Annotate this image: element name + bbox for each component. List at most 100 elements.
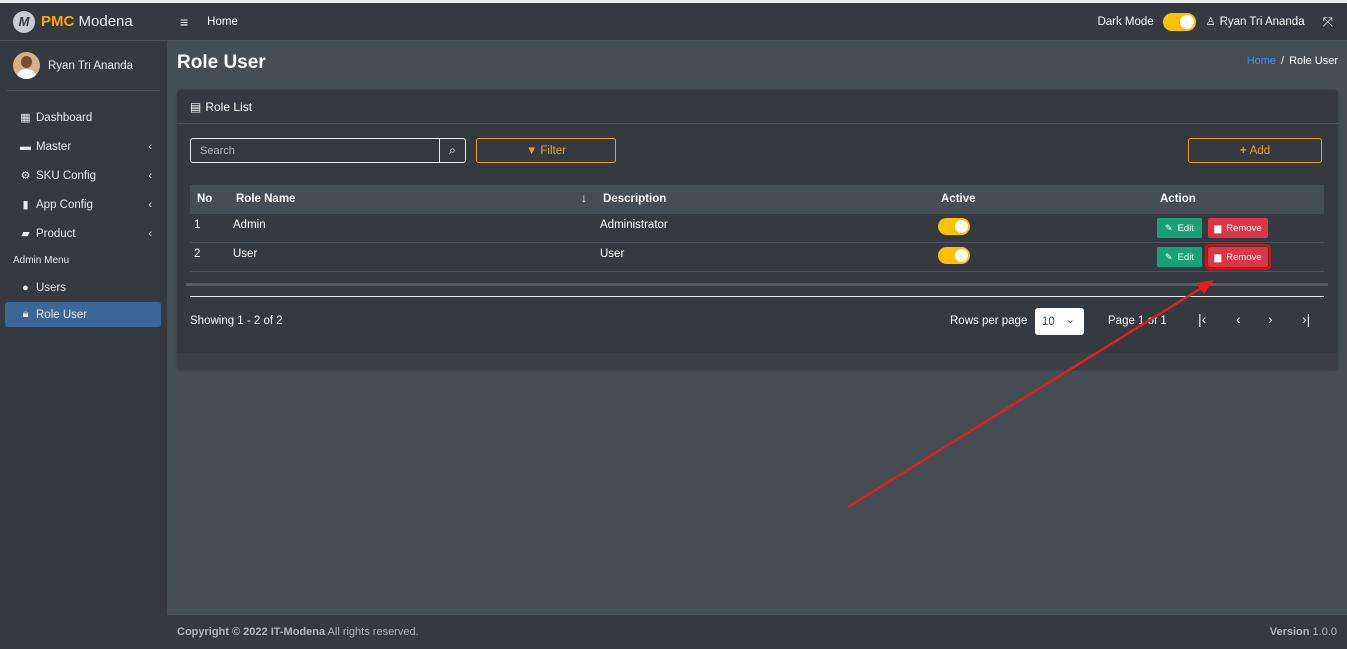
breadcrumb-separator: /: [1281, 55, 1285, 67]
remove-label: Remove: [1226, 251, 1262, 263]
sidebar-item-label: Role User: [36, 308, 88, 321]
table-header: No Role Name ↓ Description Active Action: [190, 185, 1324, 214]
row-role-name: Admin: [233, 219, 266, 231]
brand-logo: M: [13, 10, 35, 33]
col-description[interactable]: Description: [603, 193, 666, 205]
trash-icon: ▆: [1214, 251, 1222, 262]
topbar-user-name: Ryan Tri Ananda: [1219, 15, 1305, 28]
chevron-left-icon: ‹: [148, 169, 152, 182]
rows-per-page-value: 10: [1042, 315, 1055, 328]
edit-icon: ✎: [1165, 222, 1173, 233]
sort-arrow-down-icon[interactable]: ↓: [581, 191, 587, 205]
copyright-text: Copyright © 2022 IT-Modena All rights re…: [177, 626, 419, 638]
hamburger-menu-icon[interactable]: ≡: [180, 14, 188, 30]
rows-per-page-select[interactable]: 10 ⌄: [1035, 308, 1084, 335]
topbar-user-menu[interactable]: ♙ Ryan Tri Ananda: [1206, 15, 1305, 29]
mobile-icon: ▮: [22, 199, 29, 211]
topbar-right: Dark Mode ♙ Ryan Tri Ananda ⤧: [1097, 12, 1347, 31]
sidebar-item-product[interactable]: ▰ Product ‹: [0, 219, 167, 248]
sidebar-item-master[interactable]: ▬ Master ‹: [0, 132, 167, 161]
remove-button[interactable]: ▆ Remove: [1208, 218, 1268, 238]
plus-icon: +: [1239, 144, 1247, 157]
sidebar-item-app-config[interactable]: ▮ App Config ‹: [0, 190, 167, 219]
row-description: Administrator: [600, 219, 668, 231]
table-row: 1 Admin Administrator ✎ Edit ▆ Remove: [190, 214, 1324, 243]
lock-icon: 🔒︎: [22, 308, 29, 320]
filter-label: Filter: [540, 144, 566, 157]
first-page-icon[interactable]: |‹: [1198, 311, 1206, 327]
remove-label: Remove: [1226, 222, 1262, 234]
col-role-name[interactable]: Role Name: [236, 193, 295, 205]
sidebar-item-label: Dashboard: [36, 111, 93, 124]
avatar: [13, 52, 40, 79]
sidebar-item-sku-config[interactable]: ⚙ SKU Config ‹: [0, 161, 167, 190]
search-group: ⌕: [190, 138, 466, 163]
trash-icon: ▆: [1214, 222, 1222, 233]
breadcrumb-home-link[interactable]: Home: [1247, 55, 1276, 67]
breadcrumb: Home / Role User: [1247, 55, 1338, 67]
company-link[interactable]: IT-Modena: [271, 626, 325, 638]
topbar-home-link[interactable]: Home: [207, 16, 238, 28]
search-input[interactable]: [191, 139, 439, 162]
sidebar-item-label: SKU Config: [36, 169, 97, 182]
page-title: Role User: [177, 52, 266, 73]
sidebar-user-name[interactable]: Ryan Tri Ananda: [48, 60, 133, 72]
add-label: Add: [1249, 144, 1271, 157]
users-icon: ●: [22, 281, 29, 294]
edit-label: Edit: [1177, 222, 1194, 234]
sidebar: M PMC Modena Ryan Tri Ananda ▦ Dashboard…: [0, 0, 167, 649]
breadcrumb-current: Role User: [1289, 55, 1338, 67]
user-panel[interactable]: Ryan Tri Ananda: [7, 41, 160, 91]
row-description: User: [600, 248, 625, 260]
row-no: 2: [194, 248, 201, 260]
table-scrollbar[interactable]: [186, 283, 1328, 286]
edit-label: Edit: [1177, 251, 1194, 263]
chevron-left-icon: ‹: [148, 198, 152, 211]
sidebar-item-label: App Config: [36, 198, 93, 211]
briefcase-icon: ▰: [21, 228, 30, 240]
row-no: 1: [194, 219, 201, 231]
dark-mode-toggle[interactable]: [1162, 12, 1196, 31]
grid-icon: ▦: [20, 112, 31, 124]
next-page-icon[interactable]: ›: [1268, 311, 1273, 327]
id-card-icon: ▤: [190, 99, 202, 114]
chevron-left-icon: ‹: [148, 227, 152, 240]
row-role-name: User: [233, 248, 258, 260]
page-info: Page 1 of 1: [1108, 315, 1167, 327]
filter-button[interactable]: ▼ Filter: [476, 138, 616, 163]
card-title: Role List: [205, 99, 253, 114]
edit-button[interactable]: ✎ Edit: [1157, 218, 1202, 238]
col-action: Action: [1160, 193, 1196, 205]
active-toggle[interactable]: [938, 218, 970, 235]
search-icon[interactable]: ⌕: [439, 139, 465, 162]
edit-button[interactable]: ✎ Edit: [1157, 247, 1202, 267]
sidebar-item-role-user[interactable]: 🔒︎ Role User: [5, 302, 161, 327]
card-header: ▤ Role List: [177, 90, 1338, 124]
role-table: No Role Name ↓ Description Active Action…: [190, 185, 1324, 272]
page-footer: Copyright © 2022 IT-Modena All rights re…: [167, 614, 1347, 649]
showing-count: Showing 1 - 2 of 2: [190, 315, 283, 327]
col-no[interactable]: No: [197, 193, 212, 205]
brand-link[interactable]: M PMC Modena: [0, 3, 167, 41]
add-button[interactable]: + Add: [1188, 138, 1322, 163]
sidebar-item-dashboard[interactable]: ▦ Dashboard: [0, 103, 167, 132]
col-active[interactable]: Active: [941, 193, 976, 205]
prev-page-icon[interactable]: ‹: [1236, 311, 1241, 327]
card-footer: [177, 353, 1338, 370]
role-list-card: ▤ Role List ⌕ ▼ Filter + Add No Role Nam…: [177, 90, 1338, 370]
fullscreen-icon[interactable]: ⤧: [1323, 14, 1333, 30]
rows-per-page-label: Rows per page: [950, 315, 1028, 327]
edit-icon: ✎: [1165, 251, 1173, 262]
topbar: ≡ Home Dark Mode ♙ Ryan Tri Ananda ⤧: [167, 0, 1347, 41]
active-toggle[interactable]: [938, 247, 970, 264]
filter-icon: ▼: [526, 144, 538, 157]
version-text: Version 1.0.0: [1269, 626, 1337, 638]
remove-button-highlighted[interactable]: ▆ Remove: [1205, 244, 1271, 270]
last-page-icon[interactable]: ›|: [1302, 311, 1310, 327]
gear-icon: ⚙: [20, 170, 31, 182]
chevron-left-icon: ‹: [148, 140, 152, 153]
sidebar-item-users[interactable]: ● Users: [0, 273, 167, 302]
car-icon: ▬: [20, 140, 31, 153]
dark-mode-label: Dark Mode: [1097, 15, 1154, 28]
divider: [190, 296, 1324, 297]
